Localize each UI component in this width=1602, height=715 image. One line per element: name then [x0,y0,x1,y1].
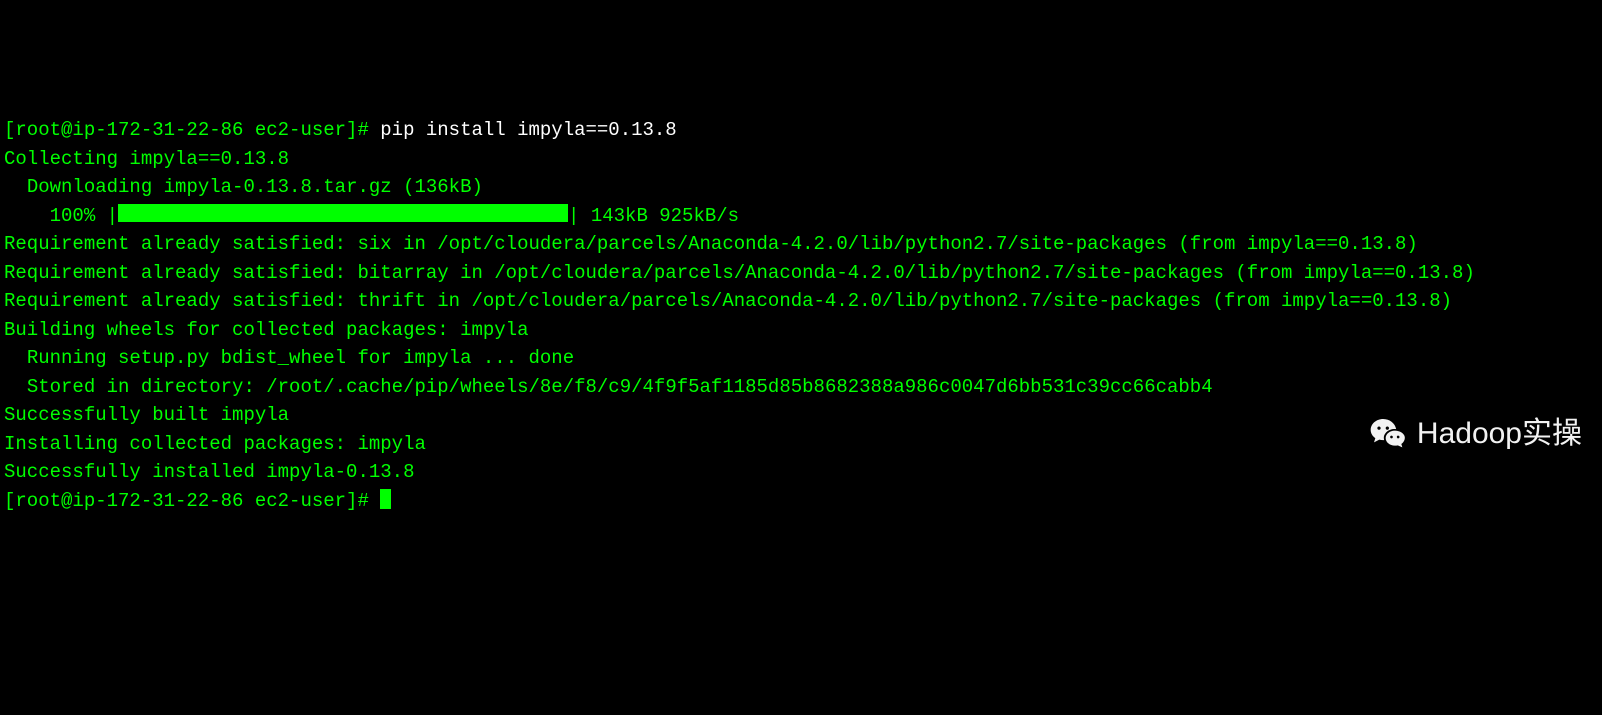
command-text: pip install impyla==0.13.8 [380,119,676,141]
output-stored: Stored in directory: /root/.cache/pip/wh… [4,373,1598,402]
output-req-thrift: Requirement already satisfied: thrift in… [4,287,1598,316]
output-progress: 100% | | 143kB 925kB/s [4,202,1598,231]
output-req-bitarray: Requirement already satisfied: bitarray … [4,259,1598,288]
prompt-userhost: [root@ip-172-31-22-86 ec2-user]# [4,119,369,141]
terminal-area[interactable]: [root@ip-172-31-22-86 ec2-user]# pip ins… [4,116,1598,515]
watermark: Hadoop实操 [1369,411,1582,456]
output-building: Building wheels for collected packages: … [4,316,1598,345]
output-installed: Successfully installed impyla-0.13.8 [4,458,1598,487]
output-req-six: Requirement already satisfied: six in /o… [4,230,1598,259]
output-collecting: Collecting impyla==0.13.8 [4,145,1598,174]
progress-percent: 100% | [4,205,118,227]
output-running: Running setup.py bdist_wheel for impyla … [4,344,1598,373]
prompt-line-2: [root@ip-172-31-22-86 ec2-user]# [4,487,1598,516]
output-downloading: Downloading impyla-0.13.8.tar.gz (136kB) [4,173,1598,202]
output-installing: Installing collected packages: impyla [4,430,1598,459]
output-built: Successfully built impyla [4,401,1598,430]
progress-end: | 143kB 925kB/s [568,205,739,227]
watermark-text: Hadoop实操 [1417,411,1582,456]
prompt-line-1: [root@ip-172-31-22-86 ec2-user]# pip ins… [4,116,1598,145]
prompt-userhost-2: [root@ip-172-31-22-86 ec2-user]# [4,490,369,512]
cursor-block [380,489,391,509]
progress-bar-fill [118,204,568,222]
wechat-icon [1369,414,1409,454]
